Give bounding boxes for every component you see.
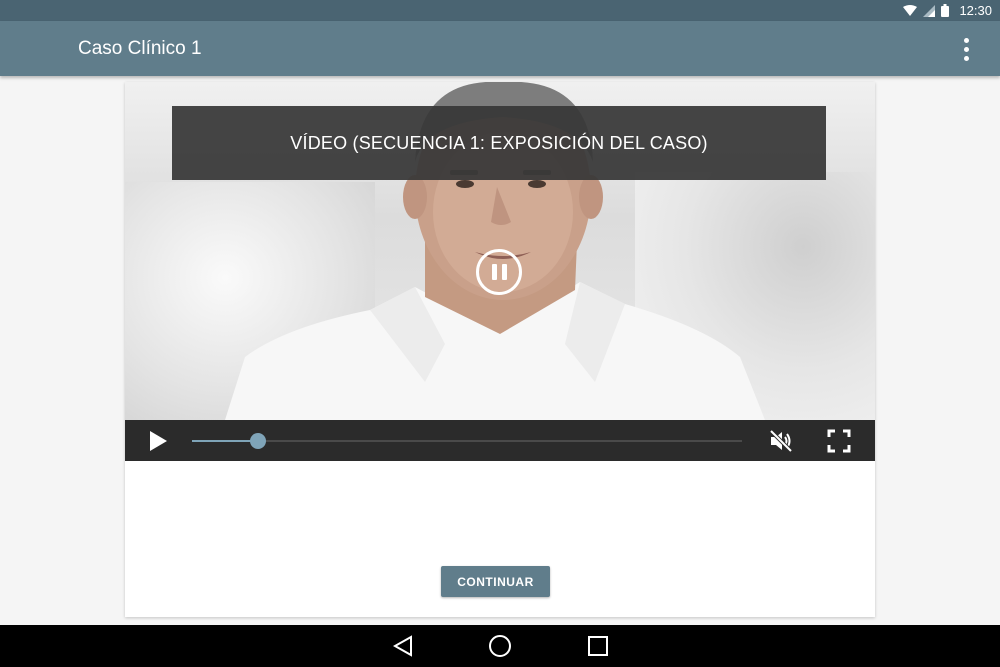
mute-icon[interactable] [768, 428, 794, 454]
recents-icon[interactable] [586, 634, 610, 658]
video-title: VÍDEO (SECUENCIA 1: EXPOSICIÓN DEL CASO) [290, 132, 708, 153]
video-controls [125, 420, 875, 461]
page-title: Caso Clínico 1 [78, 38, 202, 59]
seek-bar[interactable] [192, 433, 742, 449]
play-icon[interactable] [147, 430, 169, 452]
status-icons: 12:30 [903, 0, 992, 21]
wifi-icon [903, 4, 918, 16]
menu-dot [963, 37, 969, 43]
menu-dot [963, 55, 969, 61]
seek-thumb[interactable] [250, 433, 266, 449]
video-player[interactable]: VÍDEO (SECUENCIA 1: EXPOSICIÓN DEL CASO) [125, 82, 875, 420]
video-title-overlay: VÍDEO (SECUENCIA 1: EXPOSICIÓN DEL CASO) [172, 106, 826, 180]
seek-bar-progress [192, 440, 258, 442]
more-vert-icon[interactable] [954, 35, 978, 63]
continue-button[interactable]: CONTINUAR [441, 566, 550, 597]
navigation-bar [0, 625, 1000, 667]
pause-icon[interactable] [476, 249, 522, 295]
fullscreen-icon[interactable] [827, 429, 851, 453]
home-icon[interactable] [488, 634, 512, 658]
app-bar: Caso Clínico 1 [0, 21, 1000, 76]
pause-bar [491, 264, 497, 280]
signal-icon [923, 4, 936, 17]
pause-bar [501, 264, 507, 280]
menu-dot [963, 46, 969, 52]
battery-icon [941, 4, 950, 17]
status-time: 12:30 [959, 3, 992, 18]
status-bar: 12:30 [0, 0, 1000, 21]
content-card: VÍDEO (SECUENCIA 1: EXPOSICIÓN DEL CASO)… [125, 82, 875, 617]
back-icon[interactable] [391, 634, 415, 658]
